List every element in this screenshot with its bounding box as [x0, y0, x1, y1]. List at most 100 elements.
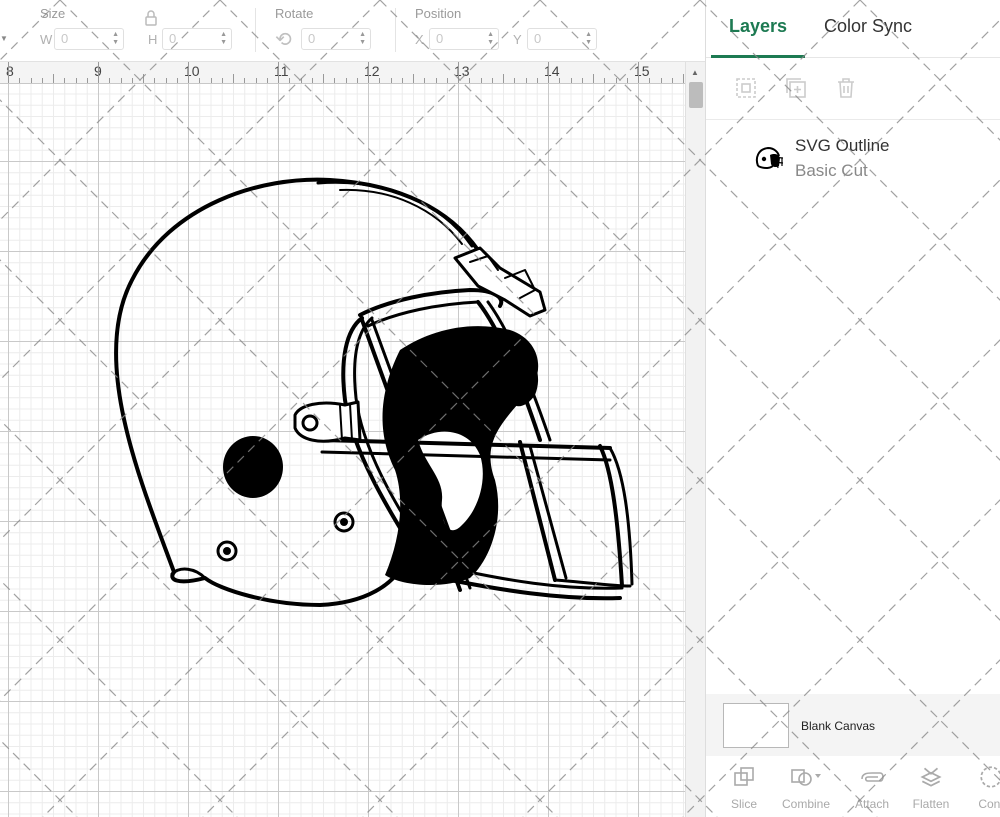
ruler-tick [413, 74, 414, 83]
helmet-design[interactable] [0, 84, 685, 817]
position-label: Position [415, 6, 462, 21]
ruler-tick [86, 78, 88, 83]
ruler-tick [660, 78, 662, 83]
layer-actions-bar: Slice Combine Attach Flatten Cont [706, 756, 1000, 817]
ruler-tick [120, 78, 122, 83]
horizontal-ruler: 8 9 10 11 12 13 14 15 [0, 62, 685, 84]
width-label: W [40, 31, 53, 47]
layer-operation: Basic Cut [795, 161, 868, 180]
ruler-tick [446, 78, 448, 83]
flatten-button[interactable]: Flatten [901, 762, 961, 811]
ruler-tick [671, 78, 673, 83]
attach-button[interactable]: Attach [842, 762, 902, 811]
ruler-tick [8, 62, 9, 83]
ruler-tick [323, 74, 324, 83]
ruler-tick [221, 78, 223, 83]
x-input[interactable]: 0 ▲ ▼ [429, 28, 499, 50]
panel-tabs: Layers Color Sync [706, 0, 1000, 58]
layer-item[interactable]: SVG Outline Basic Cut [706, 130, 1000, 186]
rotate-input[interactable]: 0 ▲ ▼ [301, 28, 371, 50]
ruler-tick [334, 78, 336, 83]
combine-icon [791, 769, 821, 786]
y-stepper[interactable]: ▲ ▼ [585, 31, 592, 47]
ruler-tick [626, 78, 628, 83]
height-input[interactable]: 0 ▲ ▼ [162, 28, 232, 50]
ruler-tick [604, 78, 606, 83]
ruler-tick [379, 78, 381, 83]
edit-toolbar: ▼ Size W 0 ▲ ▼ H 0 ▲ ▼ Rotate ⟲ 0 ▲ ▼ Position… [0, 0, 705, 62]
ruler-tick [278, 62, 279, 83]
scrollbar-thumb[interactable] [689, 82, 703, 108]
layers-panel: Layers Color Sync SVG Outline Basic Cut [705, 0, 1000, 817]
contour-icon [980, 766, 1000, 788]
ruler-tick [559, 78, 561, 83]
toolbar-divider [255, 8, 256, 52]
layer-tools [706, 58, 1000, 120]
combine-button[interactable]: Combine [776, 762, 836, 811]
ruler-tick [503, 74, 504, 83]
duplicate-icon[interactable] [784, 76, 808, 100]
ruler-number: 12 [364, 63, 380, 79]
ruler-tick [210, 78, 212, 83]
tab-color-sync[interactable]: Color Sync [824, 16, 912, 58]
ruler-tick [233, 74, 234, 83]
x-stepper[interactable]: ▲ ▼ [487, 31, 494, 47]
helmet-thumbnail-icon [755, 146, 784, 170]
ruler-tick [98, 62, 99, 83]
width-input[interactable]: 0 ▲ ▼ [54, 28, 124, 50]
canvas-swatch[interactable] [723, 703, 789, 748]
ruler-tick [41, 78, 43, 83]
ruler-tick [368, 62, 369, 83]
ruler-tick [649, 78, 651, 83]
size-label: Size [40, 6, 66, 21]
flatten-label: Flatten [912, 797, 950, 811]
slice-button[interactable]: Slice [714, 762, 774, 811]
ruler-tick [53, 74, 54, 83]
ruler-tick [109, 78, 111, 83]
slice-icon [734, 767, 754, 786]
ruler-tick [75, 78, 77, 83]
toolbar-expand-caret[interactable]: ▼ [0, 34, 8, 43]
ruler-tick [255, 78, 257, 83]
group-icon[interactable] [734, 76, 758, 100]
ruler-tick [593, 74, 594, 83]
ruler-tick [570, 78, 572, 83]
rotate-stepper[interactable]: ▲ ▼ [359, 31, 366, 47]
height-stepper[interactable]: ▲ ▼ [220, 31, 227, 47]
rotate-icon: ⟲ [275, 28, 292, 51]
tab-layers[interactable]: Layers [711, 16, 805, 58]
slice-label: Slice [730, 797, 757, 811]
ruler-tick [30, 78, 32, 83]
blank-canvas-row[interactable]: Blank Canvas [706, 694, 1000, 756]
ruler-tick [64, 78, 66, 83]
size-group: Size W 0 ▲ ▼ H 0 ▲ ▼ [40, 6, 232, 56]
scroll-up-icon[interactable]: ▲ [691, 68, 699, 77]
layer-name: SVG Outline [795, 136, 890, 155]
ruler-tick [435, 78, 437, 83]
rotate-label: Rotate [275, 6, 314, 21]
ruler-tick [514, 78, 516, 83]
ruler-tick [581, 78, 583, 83]
ruler-tick [615, 78, 617, 83]
delete-icon[interactable] [834, 76, 858, 100]
ruler-number: 15 [634, 63, 650, 79]
position-group: Position X 0 ▲ ▼ Y 0 ▲ ▼ [415, 6, 597, 56]
y-input[interactable]: 0 ▲ ▼ [527, 28, 597, 50]
ruler-tick [154, 78, 156, 83]
ruler-tick [401, 78, 403, 83]
contour-button[interactable]: Cont [961, 762, 1000, 811]
ruler-number: 14 [544, 63, 560, 79]
ruler-tick [424, 78, 426, 83]
ruler-tick [300, 78, 302, 83]
canvas-scrollbar[interactable]: ▲ [685, 62, 705, 817]
ruler-tick [289, 78, 291, 83]
rotate-group: Rotate ⟲ 0 ▲ ▼ [275, 6, 371, 56]
flatten-icon [920, 767, 942, 787]
width-stepper[interactable]: ▲ ▼ [112, 31, 119, 47]
ruler-number: 11 [274, 63, 289, 79]
ruler-tick [548, 62, 549, 83]
design-canvas[interactable] [0, 84, 685, 817]
ruler-number: 13 [454, 63, 470, 79]
lock-icon[interactable] [145, 10, 157, 26]
ruler-tick [491, 78, 493, 83]
